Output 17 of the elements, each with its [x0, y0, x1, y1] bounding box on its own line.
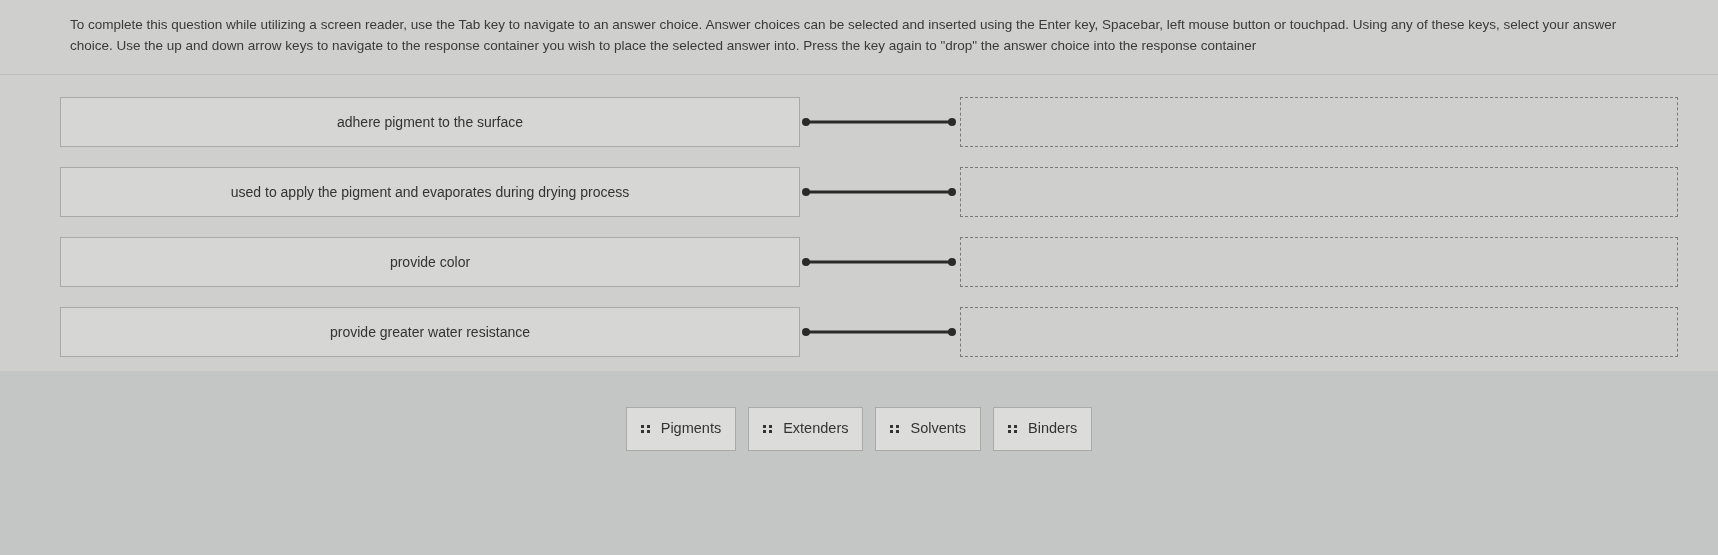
drag-handle-icon	[640, 424, 651, 434]
prompt-card: adhere pigment to the surface	[60, 97, 800, 147]
answer-chip[interactable]: Extenders	[748, 407, 864, 451]
drag-handle-icon	[890, 424, 901, 434]
prompt-card: provide color	[60, 237, 800, 287]
drag-handle-icon	[1008, 424, 1019, 434]
prompt-card: used to apply the pigment and evaporates during drying process	[60, 167, 800, 217]
drop-zone[interactable]	[960, 307, 1678, 357]
prompt-card: provide greater water resistance	[60, 307, 800, 357]
answer-chip[interactable]: Binders	[993, 407, 1093, 451]
drop-zone[interactable]	[960, 97, 1678, 147]
drop-zone[interactable]	[960, 237, 1678, 287]
answer-chip[interactable]: Pigments	[625, 407, 737, 451]
drag-handle-icon	[763, 424, 774, 434]
drop-zone[interactable]	[960, 167, 1678, 217]
answer-chip[interactable]: Solvents	[875, 407, 982, 451]
instructions-text: To complete this question while utilizing a screen reader, use the Tab key to navigate to an answer choice. Answer choices can be selected and inserted using the Enter key, Spacebar, left mouse button or touchpad. Using any of these keys, select your answer choice. Use the up and down arrow keys to navigate to the response container you wish to place the selected answer into. Press the key again to "drop" the answer choice into the response container	[70, 16, 1618, 55]
